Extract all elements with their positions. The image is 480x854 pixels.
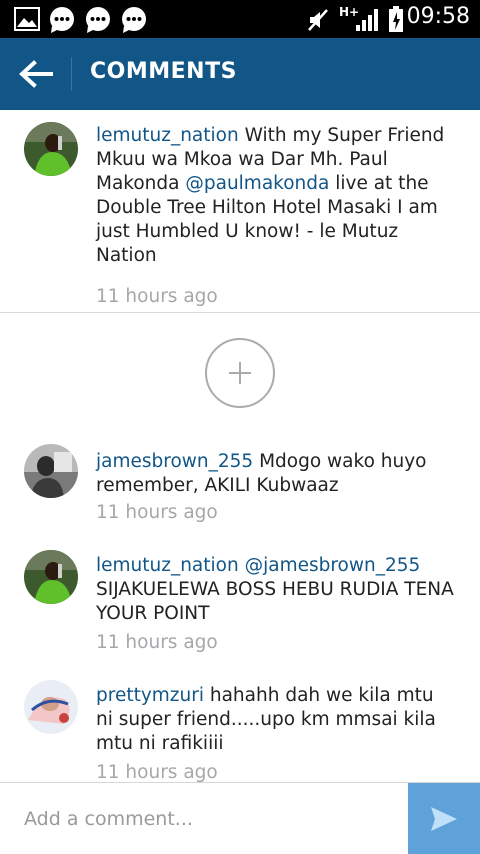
gallery-icon bbox=[14, 7, 40, 31]
chat-bubble-icon bbox=[50, 7, 74, 33]
chat-bubble-icon bbox=[122, 7, 146, 33]
send-button[interactable] bbox=[408, 783, 480, 854]
avatar[interactable] bbox=[24, 550, 78, 604]
caption-timestamp: 11 hours ago bbox=[96, 286, 218, 307]
comment-text: lemutuz_nation @jamesbrown_255 SIJAKUELE… bbox=[96, 554, 456, 626]
comment-username[interactable]: prettymzuri bbox=[96, 685, 204, 706]
comment-username[interactable]: lemutuz_nation bbox=[96, 555, 239, 576]
chat-bubble-icon bbox=[86, 7, 110, 33]
signal-icon bbox=[356, 9, 378, 31]
comment-timestamp: 11 hours ago bbox=[96, 502, 218, 523]
back-button[interactable] bbox=[12, 52, 60, 96]
send-icon bbox=[431, 807, 457, 831]
avatar[interactable] bbox=[24, 680, 78, 734]
battery-icon bbox=[389, 6, 403, 32]
comment-text: prettymzuri hahahh dah we kila mtu ni su… bbox=[96, 684, 456, 756]
caption-mention[interactable]: @paulmakonda bbox=[185, 173, 329, 194]
page-title: COMMENTS bbox=[90, 59, 237, 84]
comments-list[interactable]: lemutuz_nation With my Super Friend Mkuu… bbox=[0, 110, 480, 782]
status-bar: H+ 09:58 bbox=[0, 0, 480, 38]
app-header: COMMENTS bbox=[0, 38, 480, 110]
comment-username[interactable]: jamesbrown_255 bbox=[96, 451, 253, 472]
caption-username[interactable]: lemutuz_nation bbox=[96, 125, 239, 146]
comment-timestamp: 11 hours ago bbox=[96, 762, 218, 782]
avatar[interactable] bbox=[24, 122, 78, 176]
comment-body: SIJAKUELEWA BOSS HEBU RUDIA TENA YOUR PO… bbox=[96, 579, 454, 624]
plus-circle-icon[interactable] bbox=[205, 338, 275, 408]
clock: 09:58 bbox=[406, 4, 470, 29]
arrow-left-icon bbox=[19, 60, 53, 88]
comment-input[interactable] bbox=[0, 783, 408, 854]
comment-text: jamesbrown_255 Mdogo wako huyo remember,… bbox=[96, 450, 456, 498]
comment-timestamp: 11 hours ago bbox=[96, 632, 218, 653]
caption-text: lemutuz_nation With my Super Friend Mkuu… bbox=[96, 124, 456, 268]
divider bbox=[0, 312, 480, 313]
comment-mention[interactable]: @jamesbrown_255 bbox=[239, 555, 421, 576]
mute-icon bbox=[308, 9, 328, 31]
comment-composer bbox=[0, 782, 480, 854]
avatar[interactable] bbox=[24, 444, 78, 498]
header-divider bbox=[71, 57, 72, 91]
